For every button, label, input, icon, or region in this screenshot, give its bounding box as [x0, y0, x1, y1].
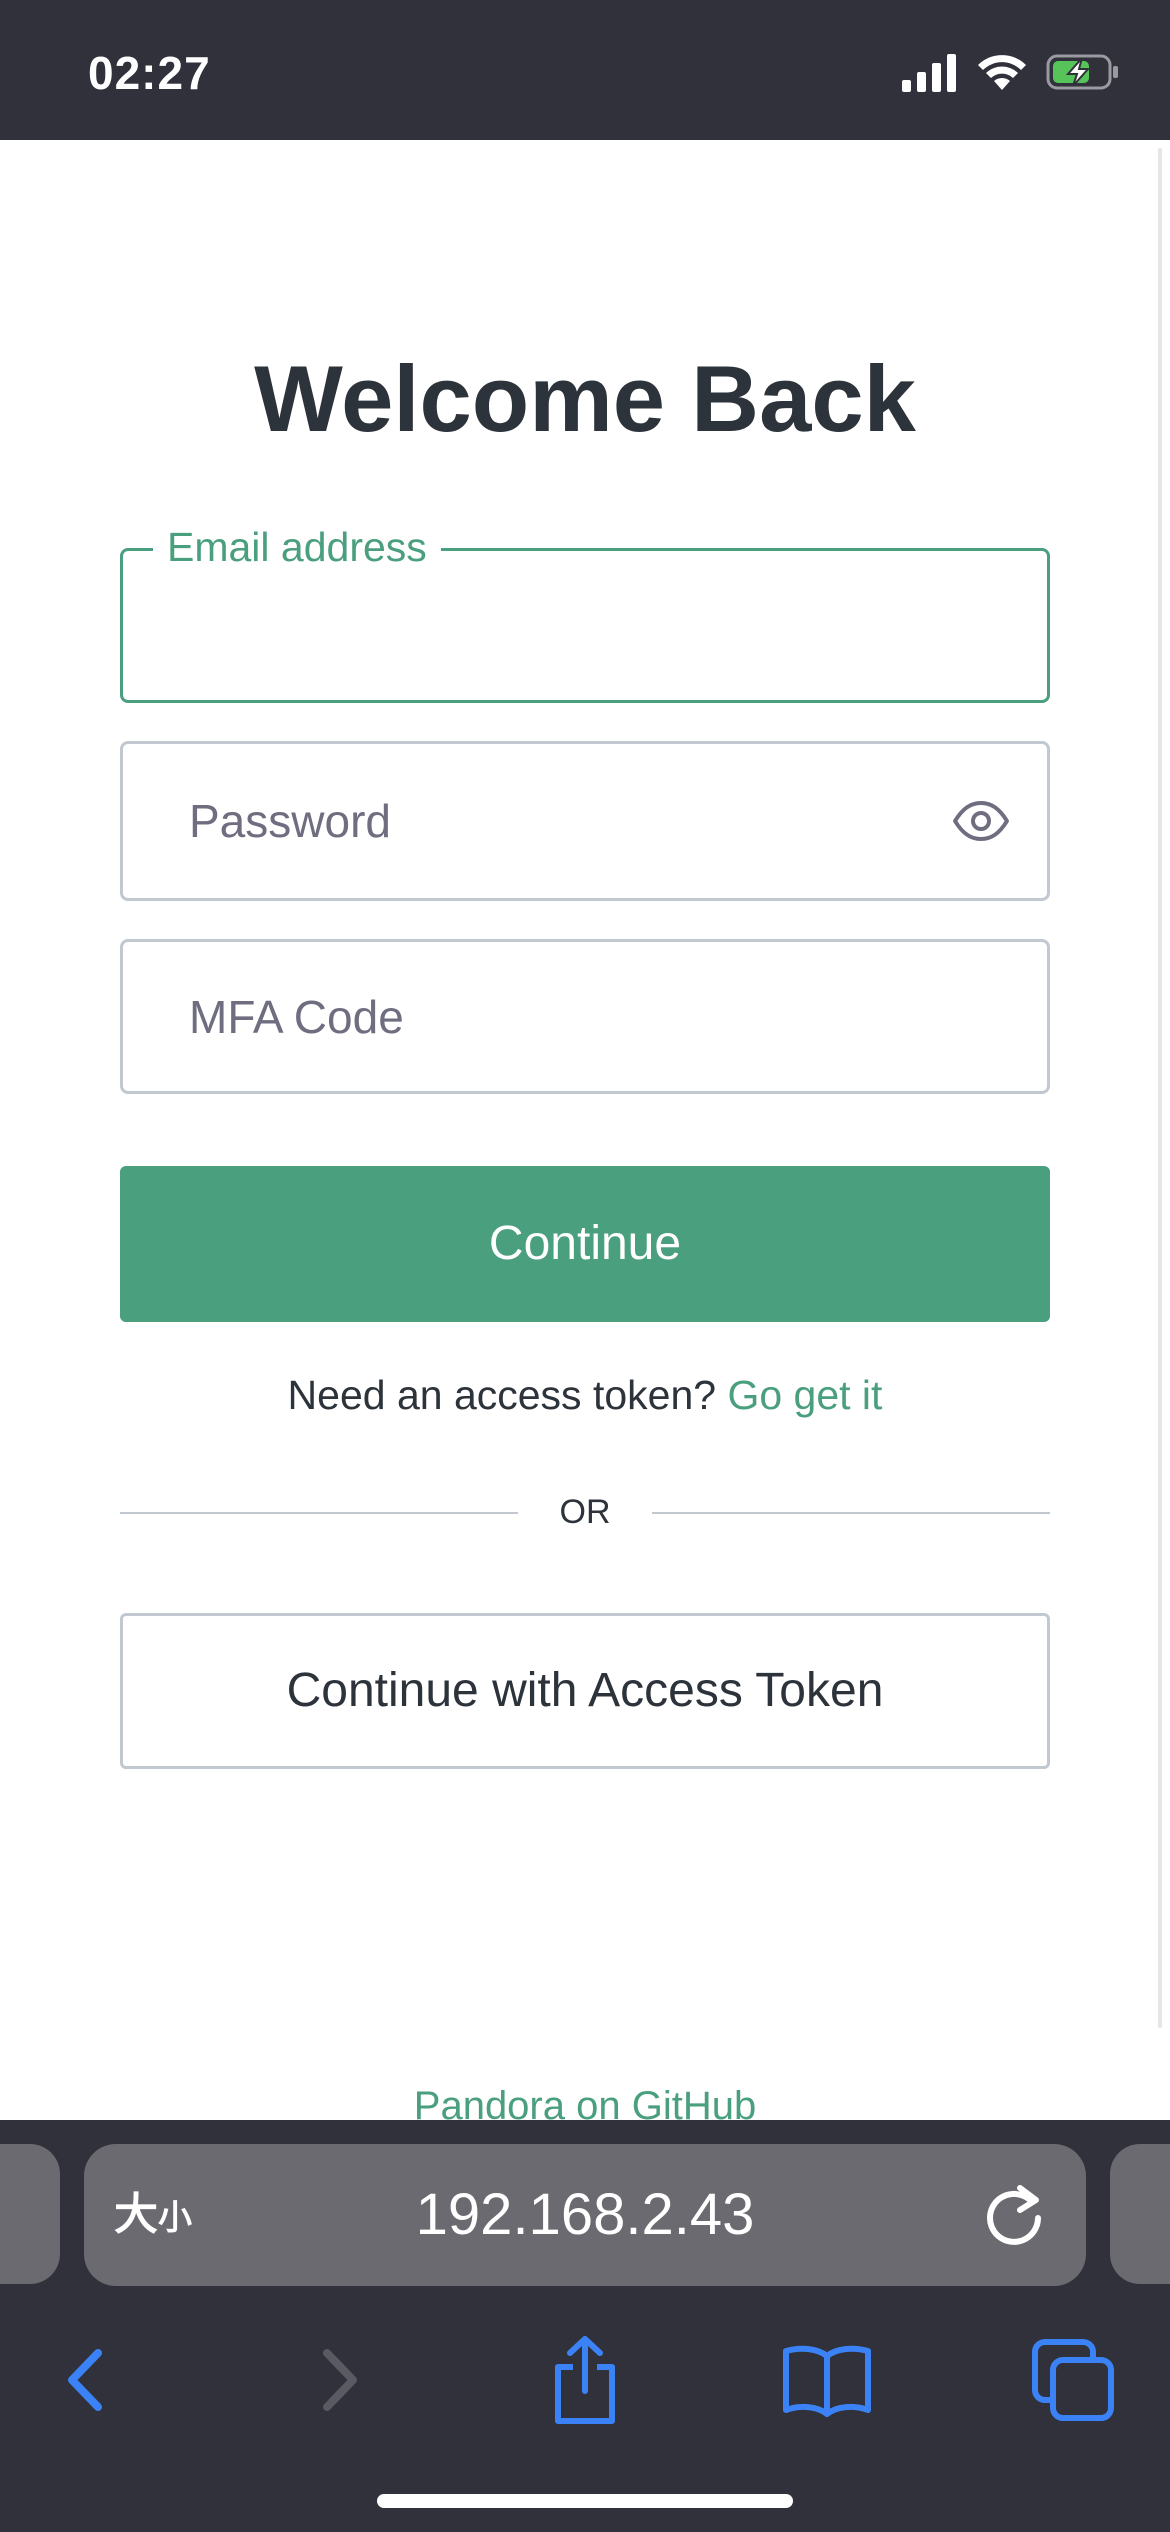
home-indicator: [377, 2494, 793, 2508]
tabs-button[interactable]: [1018, 2310, 1128, 2450]
signal-icon: [902, 54, 956, 92]
tabs-icon: [1032, 2339, 1114, 2421]
browser-toolbar: 大小 192.168.2.43: [0, 2120, 1170, 2532]
status-icons: [902, 52, 1120, 92]
token-prompt: Need an access token? Go get it: [0, 1372, 1170, 1419]
wifi-icon: [978, 55, 1026, 90]
bookmarks-button[interactable]: [772, 2310, 882, 2450]
github-link[interactable]: Pandora on GitHub: [0, 2084, 1170, 2120]
password-field[interactable]: [120, 741, 1050, 901]
mfa-field[interactable]: [120, 939, 1050, 1094]
go-get-it-link[interactable]: Go get it: [727, 1372, 882, 1418]
forward-icon: [323, 2349, 357, 2411]
share-icon: [555, 2336, 615, 2424]
access-token-button[interactable]: Continue with Access Token: [120, 1613, 1050, 1769]
status-time: 02:27: [88, 47, 211, 99]
password-input[interactable]: [123, 744, 1047, 898]
mfa-input[interactable]: [123, 942, 1047, 1091]
email-input[interactable]: [123, 551, 1047, 700]
continue-button[interactable]: Continue: [120, 1166, 1050, 1322]
page-title: Welcome Back: [254, 346, 916, 451]
back-icon: [68, 2349, 102, 2411]
or-divider: OR: [120, 1492, 1050, 1532]
email-label: Email address: [153, 521, 441, 573]
next-tab-peek[interactable]: [1110, 2144, 1170, 2284]
bookmarks-icon: [783, 2345, 871, 2417]
address-bar[interactable]: 大小 192.168.2.43: [84, 2144, 1086, 2286]
toolbar-buttons: [0, 2310, 1170, 2450]
token-prompt-text: Need an access token?: [287, 1372, 717, 1418]
back-button[interactable]: [30, 2310, 140, 2450]
share-button[interactable]: [530, 2310, 640, 2450]
eye-icon[interactable]: [951, 791, 1011, 851]
forward-button[interactable]: [285, 2310, 395, 2450]
divider-line-right: [652, 1512, 1050, 1514]
status-bar: 02:27: [0, 0, 1170, 140]
previous-tab-peek[interactable]: [0, 2144, 60, 2284]
battery-charging-icon: [1046, 54, 1118, 90]
email-field[interactable]: Email address: [120, 521, 1050, 703]
login-page: Welcome Back Email address Continue Need…: [0, 140, 1170, 2120]
reload-icon[interactable]: [980, 2180, 1050, 2250]
url-text: 192.168.2.43: [415, 2182, 755, 2247]
